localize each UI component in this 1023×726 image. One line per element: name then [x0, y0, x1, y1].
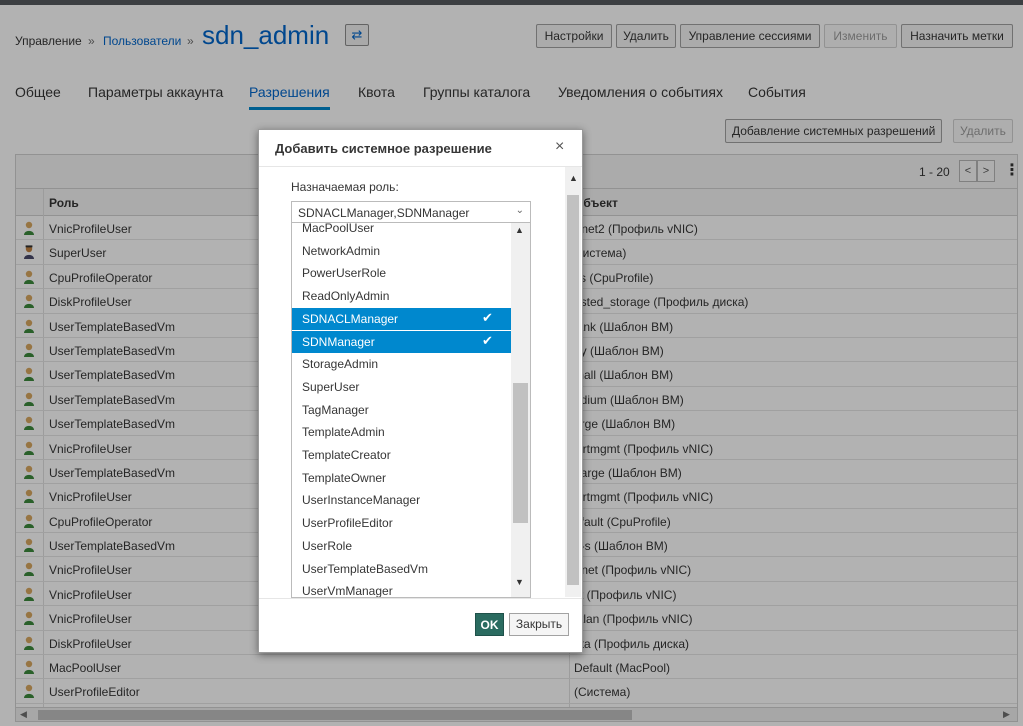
role-option[interactable]: TemplateCreator: [292, 444, 511, 467]
role-option[interactable]: ReadOnlyAdmin: [292, 285, 511, 308]
close-icon[interactable]: ×: [555, 138, 564, 156]
role-option[interactable]: SDNACLManager ✔: [292, 307, 511, 331]
scroll-up-icon[interactable]: ▲: [515, 225, 524, 235]
role-options-list[interactable]: UserVmManager UserTemplateBasedVm UserRole…: [291, 223, 531, 598]
role-option[interactable]: TagManager: [292, 399, 511, 422]
role-option-label: TagManager: [302, 402, 369, 417]
role-option-label: TemplateCreator: [302, 448, 391, 462]
dialog-scrollbar[interactable]: ▲: [565, 167, 581, 597]
scroll-down-icon[interactable]: ▼: [515, 577, 524, 587]
check-icon: ✔: [482, 309, 493, 325]
close-button[interactable]: Закрыть: [509, 613, 569, 636]
dialog-title: Добавить системное разрешение: [275, 141, 492, 156]
role-option-label: ReadOnlyAdmin: [302, 289, 390, 304]
role-option[interactable]: UserTemplateBasedVm: [292, 558, 511, 581]
role-select[interactable]: SDNACLManager,SDNManager ⌄: [291, 201, 531, 223]
scrollbar-thumb[interactable]: [567, 195, 579, 585]
role-option[interactable]: UserVmManager: [292, 580, 511, 598]
role-option[interactable]: TemplateOwner: [292, 467, 511, 490]
role-option-label: SuperUser: [302, 379, 360, 394]
role-option-label: TemplateOwner: [302, 470, 387, 485]
role-option-label: UserInstanceManager: [302, 493, 421, 508]
role-option-label: NetworkAdmin: [302, 243, 381, 258]
role-option-label: UserTemplateBasedVm: [302, 561, 429, 576]
scrollbar-thumb[interactable]: [513, 383, 528, 523]
role-option[interactable]: NetworkAdmin: [292, 240, 511, 263]
role-option-label: UserProfileEditor: [302, 516, 393, 531]
scroll-up-icon[interactable]: ▲: [569, 173, 578, 183]
role-select-value: SDNACLManager,SDNManager: [298, 206, 470, 220]
add-system-permission-dialog: Добавить системное разрешение × Назначае…: [258, 129, 583, 653]
check-icon: ✔: [482, 332, 493, 348]
role-option-label: MacPoolUser: [302, 223, 375, 235]
ok-button[interactable]: OK: [475, 613, 504, 636]
role-option-label: UserVmManager: [302, 584, 393, 598]
dialog-body: Назначаемая роль: SDNACLManager,SDNManag…: [259, 167, 582, 598]
chevron-down-icon: ⌄: [515, 205, 524, 216]
role-option[interactable]: UserInstanceManager: [292, 489, 511, 512]
role-option[interactable]: TemplateAdmin: [292, 421, 511, 444]
role-option-label: TemplateAdmin: [302, 425, 385, 440]
role-option[interactable]: UserRole: [292, 535, 511, 558]
role-option-label: StorageAdmin: [302, 357, 379, 372]
role-field-label: Назначаемая роль:: [291, 180, 399, 194]
role-option[interactable]: SuperUser: [292, 376, 511, 399]
role-option[interactable]: UserProfileEditor: [292, 512, 511, 535]
role-option[interactable]: PowerUserRole: [292, 262, 511, 285]
role-option-label: SDNManager: [302, 334, 375, 349]
role-option-label: UserRole: [302, 538, 353, 553]
role-option[interactable]: MacPoolUser: [292, 223, 511, 240]
divider: [259, 598, 582, 599]
list-scrollbar[interactable]: ▲ ▼: [511, 223, 530, 597]
role-option-label: PowerUserRole: [302, 266, 387, 281]
role-option-label: SDNACLManager: [302, 311, 399, 326]
role-option[interactable]: SDNManager ✔: [292, 330, 511, 354]
role-option[interactable]: StorageAdmin: [292, 353, 511, 376]
